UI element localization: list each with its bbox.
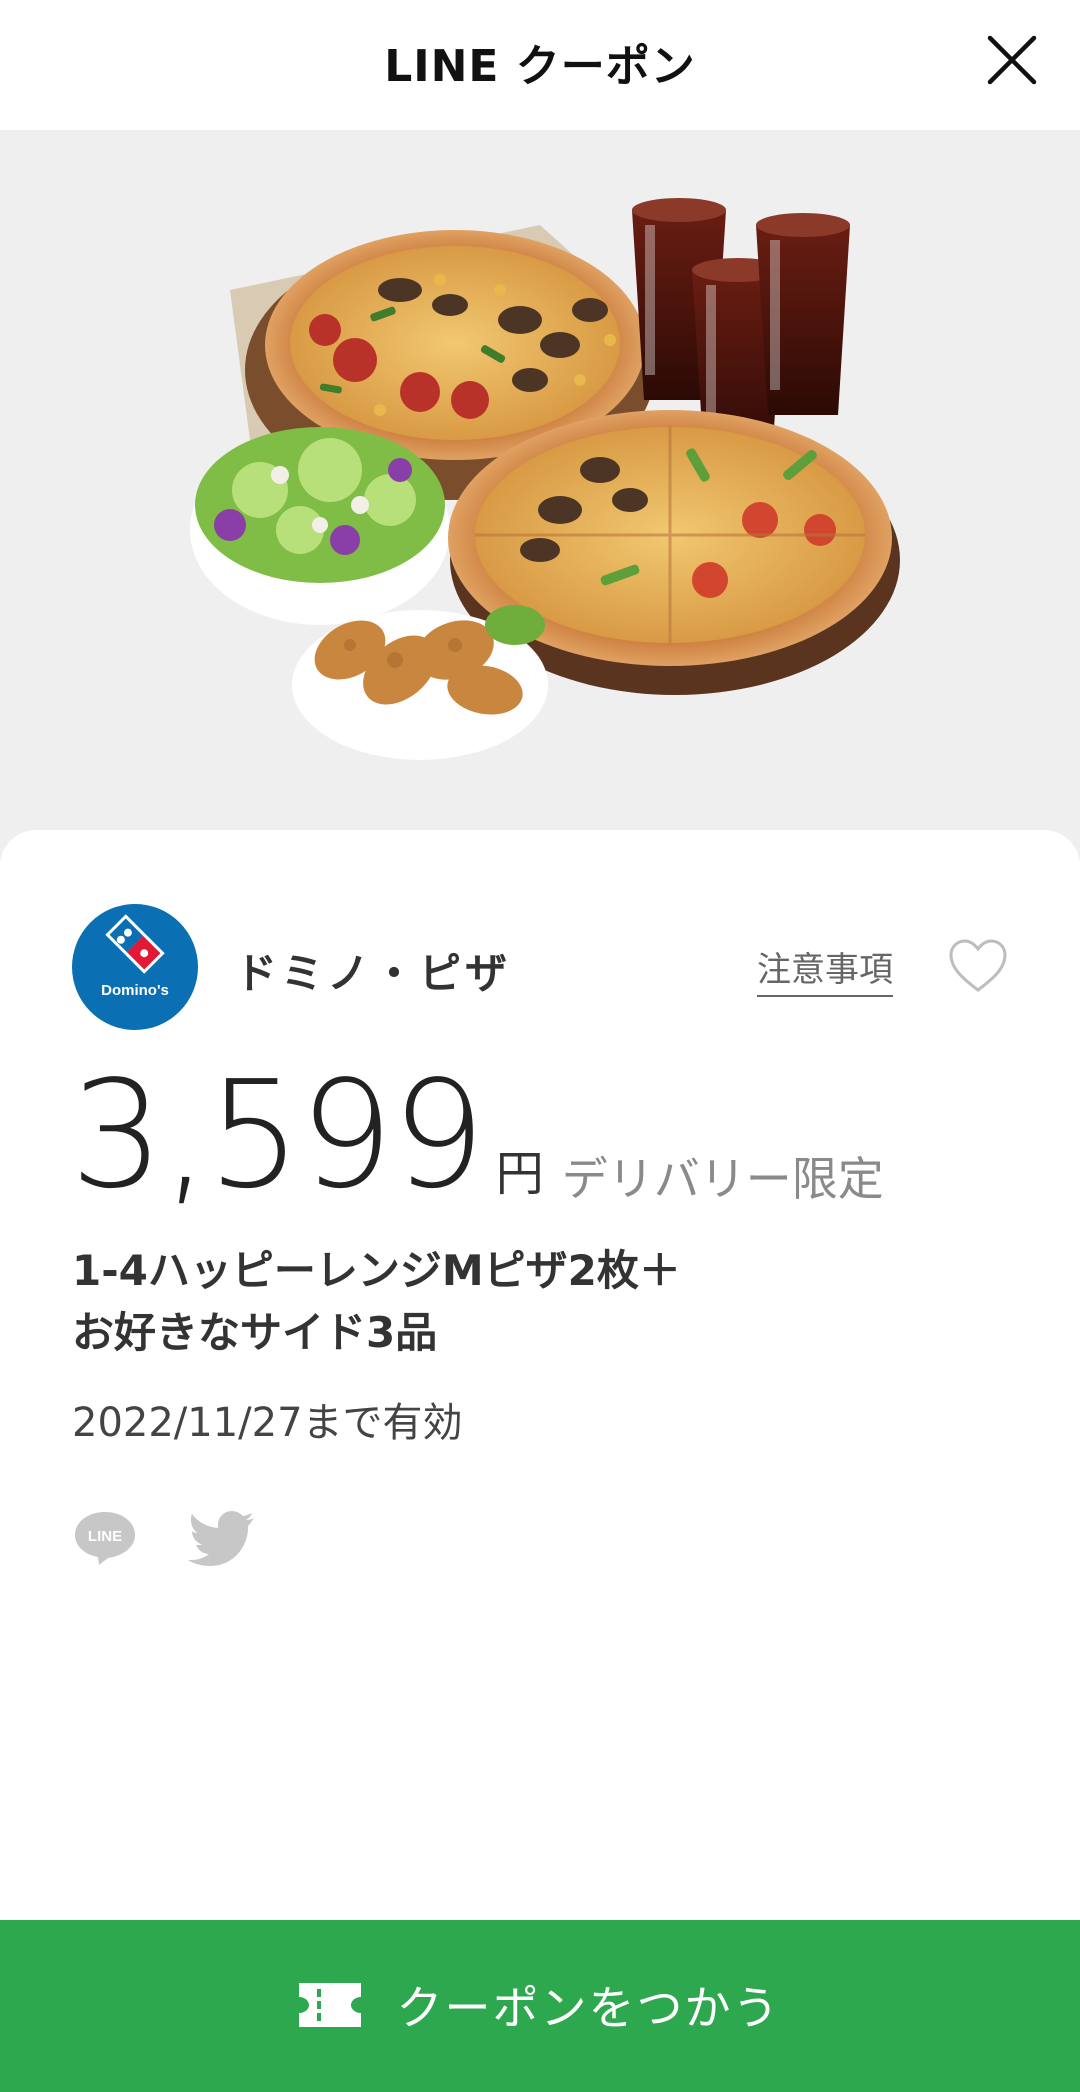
share-line-button[interactable]: LINE [72, 1508, 138, 1568]
coupon-card: Domino's ドミノ・ピザ 注意事項 3,599 円デリバリー限定 1-4ハッ… [0, 830, 1080, 1920]
store-name: ドミノ・ピザ [235, 949, 512, 998]
use-coupon-button[interactable]: クーポンをつかう [0, 1920, 1080, 2092]
heart-icon [949, 939, 1007, 992]
line-icon-label: LINE [88, 1528, 122, 1545]
page-title: LINE クーポン [384, 41, 696, 92]
currency-label: 円 [495, 1146, 544, 1202]
use-coupon-label: クーポンをつかう [396, 1981, 781, 2035]
dominos-logo-icon [105, 914, 165, 974]
line-icon: LINE [75, 1512, 135, 1565]
use-coupon-button-content: クーポンをつかう [0, 1972, 1080, 2038]
pizza-set-photo [190, 198, 900, 760]
notice-link[interactable]: 注意事項 [757, 942, 893, 997]
coupon-description-line-1: 1-4ハッピーレンジMピザ2枚＋ [72, 1246, 681, 1295]
delivery-only-label: デリバリー限定 [561, 1152, 884, 1206]
logo-text: Domino's [101, 982, 169, 999]
dominos-logo: Domino's [72, 904, 198, 1030]
valid-until: 2022/11/27まで有効 [72, 1400, 463, 1446]
coupon-price: 3,599 [70, 1049, 486, 1221]
hero-image [0, 130, 1080, 860]
twitter-icon [188, 1511, 254, 1566]
coupon-description: 1-4ハッピーレンジMピザ2枚＋ お好きなサイド3品 [72, 1240, 972, 1364]
price-row: 3,599 円デリバリー限定 [70, 1060, 884, 1220]
header: LINE クーポン [0, 0, 1080, 130]
favorite-button[interactable] [948, 938, 1008, 994]
close-icon [987, 35, 1037, 85]
coupon-description-line-2: お好きなサイド3品 [72, 1308, 438, 1357]
close-button[interactable] [984, 32, 1040, 88]
ticket-icon [299, 1983, 362, 2027]
share-twitter-button[interactable] [188, 1510, 254, 1568]
